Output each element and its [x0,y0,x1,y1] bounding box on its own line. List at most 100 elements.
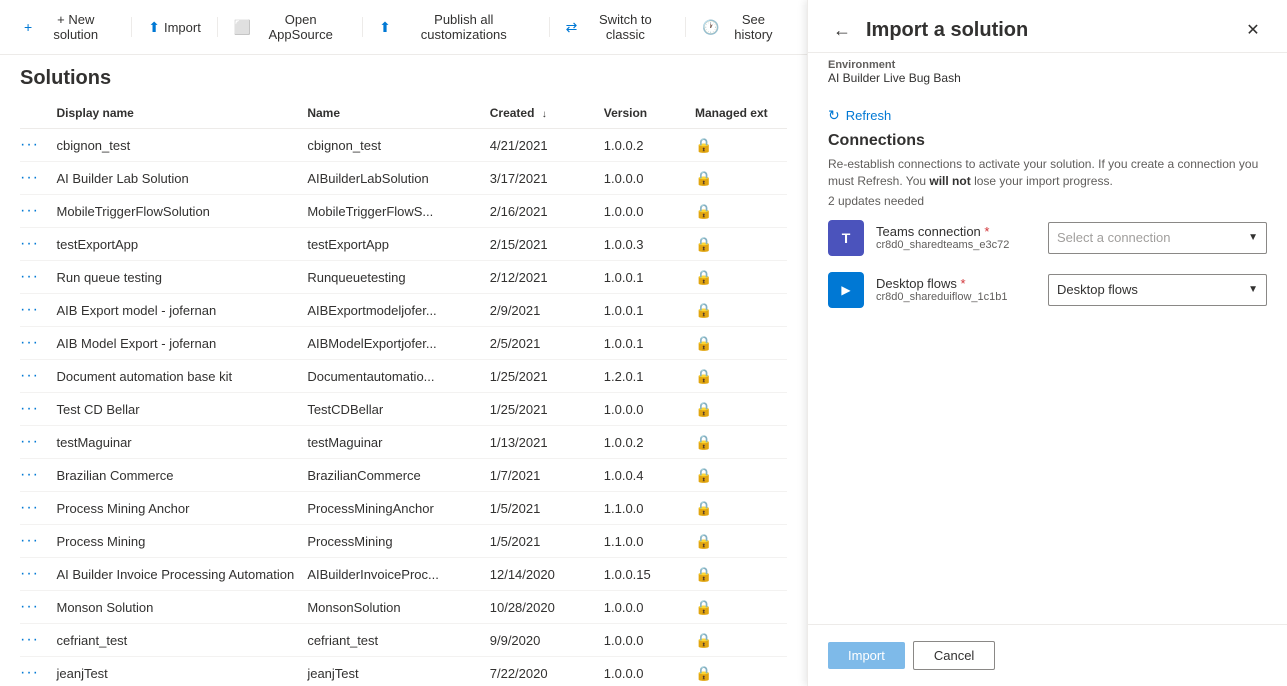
row-version: 1.0.0.1 [604,294,695,327]
row-dots[interactable]: ··· [20,327,56,360]
row-created: 10/28/2020 [490,591,604,624]
row-dots[interactable]: ··· [20,459,56,492]
row-created: 2/9/2021 [490,294,604,327]
row-dots[interactable]: ··· [20,426,56,459]
row-display-name: Brazilian Commerce [56,459,307,492]
connections-list: T Teams connection * cr8d0_sharedteams_e… [828,220,1267,308]
table-row[interactable]: ··· AIB Export model - jofernan AIBExpor… [20,294,787,327]
row-dots[interactable]: ··· [20,492,56,525]
table-row[interactable]: ··· AIB Model Export - jofernan AIBModel… [20,327,787,360]
conn-name-desktop: Desktop flows * [876,276,1036,291]
row-display-name: cbignon_test [56,129,307,162]
row-name: TestCDBellar [307,393,489,426]
col-created[interactable]: Created ↓ [490,98,604,129]
row-name: Documentautomatio... [307,360,489,393]
row-locked: 🔒 [695,294,787,327]
table-row[interactable]: ··· AI Builder Lab Solution AIBuilderLab… [20,162,787,195]
row-locked: 🔒 [695,360,787,393]
row-dots[interactable]: ··· [20,228,56,261]
table-row[interactable]: ··· Process Mining ProcessMining 1/5/202… [20,525,787,558]
refresh-button[interactable]: Refresh [846,108,892,123]
table-row[interactable]: ··· Document automation base kit Documen… [20,360,787,393]
table-row[interactable]: ··· jeanjTest jeanjTest 7/22/2020 1.0.0.… [20,657,787,686]
table-header-row: Display name Name Created ↓ Version Mana… [20,98,787,129]
row-locked: 🔒 [695,195,787,228]
side-panel-title: Import a solution [866,19,1028,42]
see-history-button[interactable]: 🕐 See history [694,8,791,46]
solutions-tbody: ··· cbignon_test cbignon_test 4/21/2021 … [20,129,787,686]
table-row[interactable]: ··· AI Builder Invoice Processing Automa… [20,558,787,591]
row-display-name: AI Builder Lab Solution [56,162,307,195]
new-solution-label: + New solution [36,12,115,42]
table-row[interactable]: ··· Brazilian Commerce BrazilianCommerce… [20,459,787,492]
row-dots[interactable]: ··· [20,393,56,426]
back-button[interactable]: ← [828,16,856,44]
row-display-name: Monson Solution [56,591,307,624]
row-dots[interactable]: ··· [20,261,56,294]
row-name: AIBExportmodeljofer... [307,294,489,327]
row-version: 1.0.0.2 [604,129,695,162]
row-dots[interactable]: ··· [20,360,56,393]
import-button[interactable]: Import [828,642,905,669]
conn-sub-id-desktop: cr8d0_shareduiflow_1c1b1 [876,291,1036,303]
row-dots[interactable]: ··· [20,657,56,686]
row-locked: 🔒 [695,129,787,162]
table-row[interactable]: ··· Test CD Bellar TestCDBellar 1/25/202… [20,393,787,426]
row-version: 1.0.0.0 [604,657,695,686]
row-display-name: AIB Model Export - jofernan [56,327,307,360]
row-dots[interactable]: ··· [20,624,56,657]
row-version: 1.0.0.0 [604,591,695,624]
table-row[interactable]: ··· testMaguinar testMaguinar 1/13/2021 … [20,426,787,459]
switch-classic-button[interactable]: ⇄ Switch to classic [558,8,678,46]
row-version: 1.0.0.1 [604,327,695,360]
conn-sub-id-teams: cr8d0_sharedteams_e3c72 [876,239,1036,251]
row-created: 1/25/2021 [490,393,604,426]
row-version: 1.0.0.2 [604,426,695,459]
row-locked: 🔒 [695,558,787,591]
row-created: 7/22/2020 [490,657,604,686]
table-row[interactable]: ··· Monson Solution MonsonSolution 10/28… [20,591,787,624]
new-solution-button[interactable]: + + New solution [16,8,123,46]
table-row[interactable]: ··· cbignon_test cbignon_test 4/21/2021 … [20,129,787,162]
table-row[interactable]: ··· cefriant_test cefriant_test 9/9/2020… [20,624,787,657]
env-name: AI Builder Live Bug Bash [828,71,1267,85]
toolbar: + + New solution ⬆ Import ⬜ Open AppSour… [0,0,807,55]
row-created: 3/17/2021 [490,162,604,195]
side-panel-footer: Import Cancel [808,624,1287,686]
row-dots[interactable]: ··· [20,525,56,558]
import-button[interactable]: ⬆ Import [140,15,209,40]
publish-all-button[interactable]: ⬆ Publish all customizations [371,8,541,46]
row-locked: 🔒 [695,426,787,459]
row-dots[interactable]: ··· [20,591,56,624]
col-display-name[interactable]: Display name [56,98,307,129]
cancel-button[interactable]: Cancel [913,641,995,670]
row-display-name: testExportApp [56,228,307,261]
row-created: 1/5/2021 [490,525,604,558]
row-dots[interactable]: ··· [20,162,56,195]
row-display-name: Run queue testing [56,261,307,294]
row-dots[interactable]: ··· [20,558,56,591]
solutions-table-container[interactable]: Display name Name Created ↓ Version Mana… [0,98,807,686]
row-created: 2/15/2021 [490,228,604,261]
table-row[interactable]: ··· testExportApp testExportApp 2/15/202… [20,228,787,261]
divider-2 [217,17,218,37]
row-created: 1/5/2021 [490,492,604,525]
row-name: Runqueuetesting [307,261,489,294]
row-locked: 🔒 [695,459,787,492]
table-row[interactable]: ··· MobileTriggerFlowSolution MobileTrig… [20,195,787,228]
row-locked: 🔒 [695,657,787,686]
close-button[interactable]: ✕ [1239,16,1267,44]
conn-dropdown-text-teams: Select a connection [1057,230,1248,245]
switch-classic-label: Switch to classic [581,12,669,42]
import-icon: ⬆ [148,19,160,36]
row-dots[interactable]: ··· [20,195,56,228]
table-row[interactable]: ··· Run queue testing Runqueuetesting 2/… [20,261,787,294]
row-dots[interactable]: ··· [20,129,56,162]
side-panel: ← Import a solution ✕ Environment AI Bui… [807,0,1287,686]
row-locked: 🔒 [695,162,787,195]
open-appsource-button[interactable]: ⬜ Open AppSource [226,8,354,46]
conn-dropdown-teams[interactable]: Select a connection ▼ [1048,222,1267,254]
conn-dropdown-desktop[interactable]: Desktop flows ▼ [1048,274,1267,306]
row-dots[interactable]: ··· [20,294,56,327]
table-row[interactable]: ··· Process Mining Anchor ProcessMiningA… [20,492,787,525]
